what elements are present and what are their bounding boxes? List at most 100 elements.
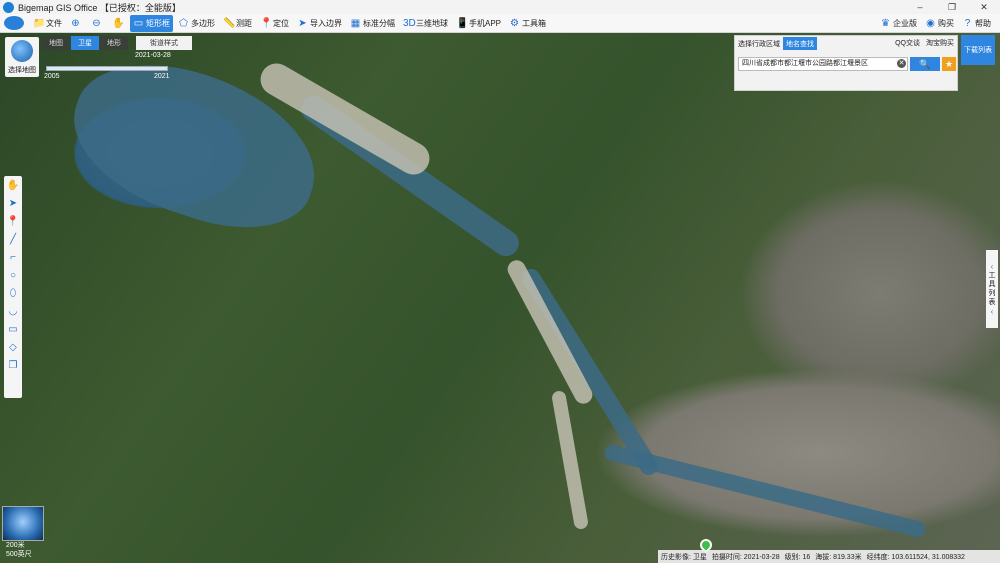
map-tab[interactable]: 地图 <box>42 36 70 50</box>
search-button[interactable]: 🔍 <box>910 57 940 71</box>
title-bar: Bigemap GIS Office 【已授权：全能版】 – ❐ ✕ <box>0 0 1000 14</box>
toolbar-button-zoom-out[interactable]: ⊖ <box>88 15 107 32</box>
minimize-button[interactable]: – <box>904 0 936 14</box>
chevron-left-icon: ‹ <box>990 307 994 316</box>
tool-list-char: 表 <box>988 299 996 306</box>
folder-icon: 📁 <box>33 17 46 29</box>
download-list-button[interactable]: 下载列表 <box>961 35 995 65</box>
app-menu-button[interactable] <box>4 16 24 30</box>
map-tab[interactable]: 地形 <box>100 36 128 50</box>
circle-icon[interactable]: ○ <box>6 266 20 284</box>
toolbar-button-crown[interactable]: ♛ 企业版 <box>877 15 920 32</box>
zoom-in-icon: ⊕ <box>71 17 80 29</box>
window-title: Bigemap GIS Office 【已授权：全能版】 <box>18 2 181 13</box>
line-icon[interactable]: ╱ <box>6 230 20 248</box>
toolbar-button-label: 购买 <box>938 19 954 28</box>
toolbar-button-label: 三维地球 <box>416 18 448 28</box>
ellipse-icon[interactable]: ⬯ <box>6 284 20 302</box>
satellite-map[interactable] <box>0 33 1000 563</box>
rectangle-select-icon: ▭ <box>133 17 144 29</box>
favorite-star-icon[interactable]: ★ <box>942 57 956 71</box>
location-icon: 📍 <box>260 17 273 29</box>
timeline-slider[interactable] <box>46 66 168 71</box>
toolbar-button-import-boundary[interactable]: ➤ 导入边界 <box>294 15 345 32</box>
toolbar-button-zoom-in[interactable]: ⊕ <box>67 15 86 32</box>
app-logo-icon <box>3 1 14 13</box>
toolbar-button-hand[interactable]: ✋ <box>109 15 128 32</box>
search-panel: 选择行政区域 地名查找 QQ交谈 淘宝购买 四川省成都市都江堰市公园路都江堰景区 ✕… <box>734 35 958 91</box>
toolbar-button-phone[interactable]: 📱 手机APP <box>453 15 504 32</box>
maximize-button[interactable]: ❐ <box>936 0 968 14</box>
map-tab[interactable]: 卫星 <box>71 36 99 50</box>
layer-icon[interactable]: ❐ <box>6 356 20 374</box>
pointer-icon[interactable]: ➤ <box>6 194 20 212</box>
overview-minimap[interactable] <box>2 506 44 541</box>
3d-icon: 3D <box>403 17 416 29</box>
toolbox-icon: ⚙ <box>510 17 519 29</box>
toolbar-button-polygon-select[interactable]: ⬠ 多边形 <box>175 15 218 32</box>
hand-icon[interactable]: ✋ <box>6 176 20 194</box>
polygon-select-icon: ⬠ <box>179 17 188 29</box>
select-map-button[interactable]: 选择地图 <box>5 37 39 77</box>
buy-icon: ◉ <box>926 18 935 29</box>
search-tab[interactable]: 选择行政区域 <box>735 37 783 50</box>
river-channel <box>602 443 928 539</box>
hand-icon: ✋ <box>112 17 125 29</box>
toolbar-button-location[interactable]: 📍 定位 <box>257 15 292 32</box>
arc-icon[interactable]: ◡ <box>6 302 20 320</box>
search-input[interactable]: 四川省成都市都江堰市公园路都江堰景区 <box>738 57 908 71</box>
tool-list-char: 工 <box>988 272 996 279</box>
crown-icon: ♛ <box>881 18 890 29</box>
toolbar-button-grid[interactable]: ▦ 标准分幅 <box>347 15 398 32</box>
timeline-date: 2021-03-28 <box>135 52 171 59</box>
status-capture-date: 拍摄时间: 2021-03-28 <box>711 553 780 561</box>
toolbar-button-label: 手机APP <box>469 18 502 28</box>
street-style-button[interactable]: 街道样式 <box>136 36 192 50</box>
toolbar-button-3d[interactable]: 3D 三维地球 <box>400 15 451 32</box>
drawing-toolbar: ✋ ➤ 📍 ╱ ⌐ ○ ⬯ ◡ ▭ ◇ ❐ <box>4 176 22 398</box>
phone-icon: 📱 <box>456 17 469 29</box>
scale-meters: 200米 <box>6 542 25 549</box>
toolbar-button-label: 文件 <box>46 18 62 28</box>
toolbar-button-folder[interactable]: 📁 文件 <box>30 15 65 32</box>
toolbar-button-label: 矩形框 <box>146 18 170 28</box>
grid-icon: ▦ <box>350 17 361 29</box>
toolbar-button-label: 企业版 <box>893 19 917 28</box>
sandbar <box>550 389 590 531</box>
scale-feet: 500英尺 <box>6 551 32 558</box>
timeline-end-year: 2021 <box>154 73 170 80</box>
toolbar-button-label: 标准分幅 <box>363 18 395 28</box>
polyline-icon[interactable]: ⌐ <box>6 248 20 266</box>
toolbar: 📁 文件 ⊕ ⊖ ✋ ▭ 矩形框 ⬠ 多边形 📏 测距 📍 定位 ➤ 导入边界 ▦ 标准分幅 3D 三维地球 📱 手机A… <box>0 14 1000 33</box>
sandbar <box>504 257 596 407</box>
tool-list-panel-tab[interactable]: ‹ 工 具 列 表 ‹ <box>986 250 998 328</box>
globe-icon <box>11 40 33 62</box>
toolbar-button-label: 工具箱 <box>522 18 547 28</box>
eraser-icon[interactable]: ◇ <box>6 338 20 356</box>
toolbar-button-rectangle-select[interactable]: ▭ 矩形框 <box>130 14 173 32</box>
history-timeline[interactable]: 2021-03-28 2005 2021 <box>42 52 172 82</box>
search-tab[interactable]: 地名查找 <box>783 37 817 50</box>
status-coordinates: 经纬度: 103.611524, 31.008332 <box>866 553 965 561</box>
close-button[interactable]: ✕ <box>968 0 1000 14</box>
tool-list-char: 具 <box>988 281 996 288</box>
search-link[interactable]: 淘宝购买 <box>926 38 954 48</box>
status-history: 历史影像: 卫星 <box>661 553 707 561</box>
toolbar-button-ruler[interactable]: 📏 测距 <box>220 15 255 32</box>
toolbar-button-label: 帮助 <box>975 19 991 28</box>
rectangle-icon[interactable]: ▭ <box>6 320 20 338</box>
scale-bar: 200米 500英尺 <box>6 541 32 559</box>
search-link[interactable]: QQ交谈 <box>895 38 920 48</box>
toolbar-button-label: 多边形 <box>191 18 215 28</box>
tool-list-char: 列 <box>988 290 996 297</box>
import-boundary-icon: ➤ <box>298 17 307 29</box>
status-bar: 历史影像: 卫星 拍摄时间: 2021-03-28 级别: 16 海拔: 819… <box>658 550 1000 563</box>
ruler-icon: 📏 <box>223 17 236 29</box>
toolbar-button-toolbox[interactable]: ⚙ 工具箱 <box>506 15 549 32</box>
toolbar-button-buy[interactable]: ◉ 购买 <box>922 15 957 32</box>
marker-icon[interactable]: 📍 <box>6 212 20 230</box>
toolbar-button-help[interactable]: ? 帮助 <box>959 15 994 32</box>
zoom-out-icon: ⊖ <box>92 17 101 29</box>
clear-icon[interactable]: ✕ <box>897 59 906 68</box>
toolbar-button-label: 测距 <box>236 18 252 28</box>
